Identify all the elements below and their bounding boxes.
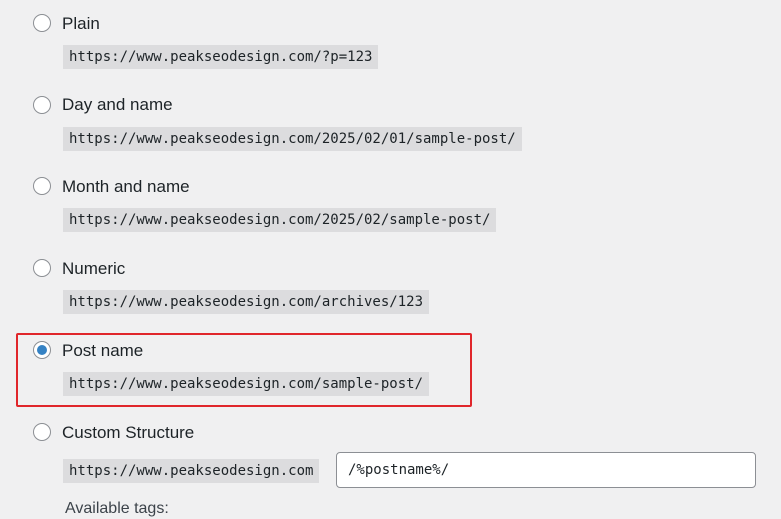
option-label-month-and-name[interactable]: Month and name bbox=[62, 177, 190, 197]
example-url-month-and-name: https://www.peakseodesign.com/2025/02/sa… bbox=[63, 208, 497, 232]
option-label-post-name[interactable]: Post name bbox=[62, 341, 143, 361]
radio-month-and-name[interactable] bbox=[33, 177, 51, 195]
radio-numeric[interactable] bbox=[33, 259, 51, 277]
radio-day-and-name[interactable] bbox=[33, 96, 51, 114]
example-url-post-name: https://www.peakseodesign.com/sample-pos… bbox=[63, 372, 430, 396]
option-label-day-and-name[interactable]: Day and name bbox=[62, 95, 173, 115]
available-tags-label: Available tags: bbox=[65, 500, 169, 517]
option-label-plain[interactable]: Plain bbox=[62, 14, 100, 34]
option-label-custom-structure[interactable]: Custom Structure bbox=[62, 423, 194, 443]
custom-structure-input[interactable] bbox=[336, 452, 756, 488]
radio-custom-structure[interactable] bbox=[33, 423, 51, 441]
option-label-numeric[interactable]: Numeric bbox=[62, 259, 125, 279]
radio-plain[interactable] bbox=[33, 14, 51, 32]
radio-post-name[interactable] bbox=[33, 341, 51, 359]
example-url-plain: https://www.peakseodesign.com/?p=123 bbox=[63, 45, 379, 69]
custom-structure-base-url: https://www.peakseodesign.com bbox=[63, 459, 320, 483]
example-url-numeric: https://www.peakseodesign.com/archives/1… bbox=[63, 290, 430, 314]
example-url-day-and-name: https://www.peakseodesign.com/2025/02/01… bbox=[63, 127, 522, 151]
